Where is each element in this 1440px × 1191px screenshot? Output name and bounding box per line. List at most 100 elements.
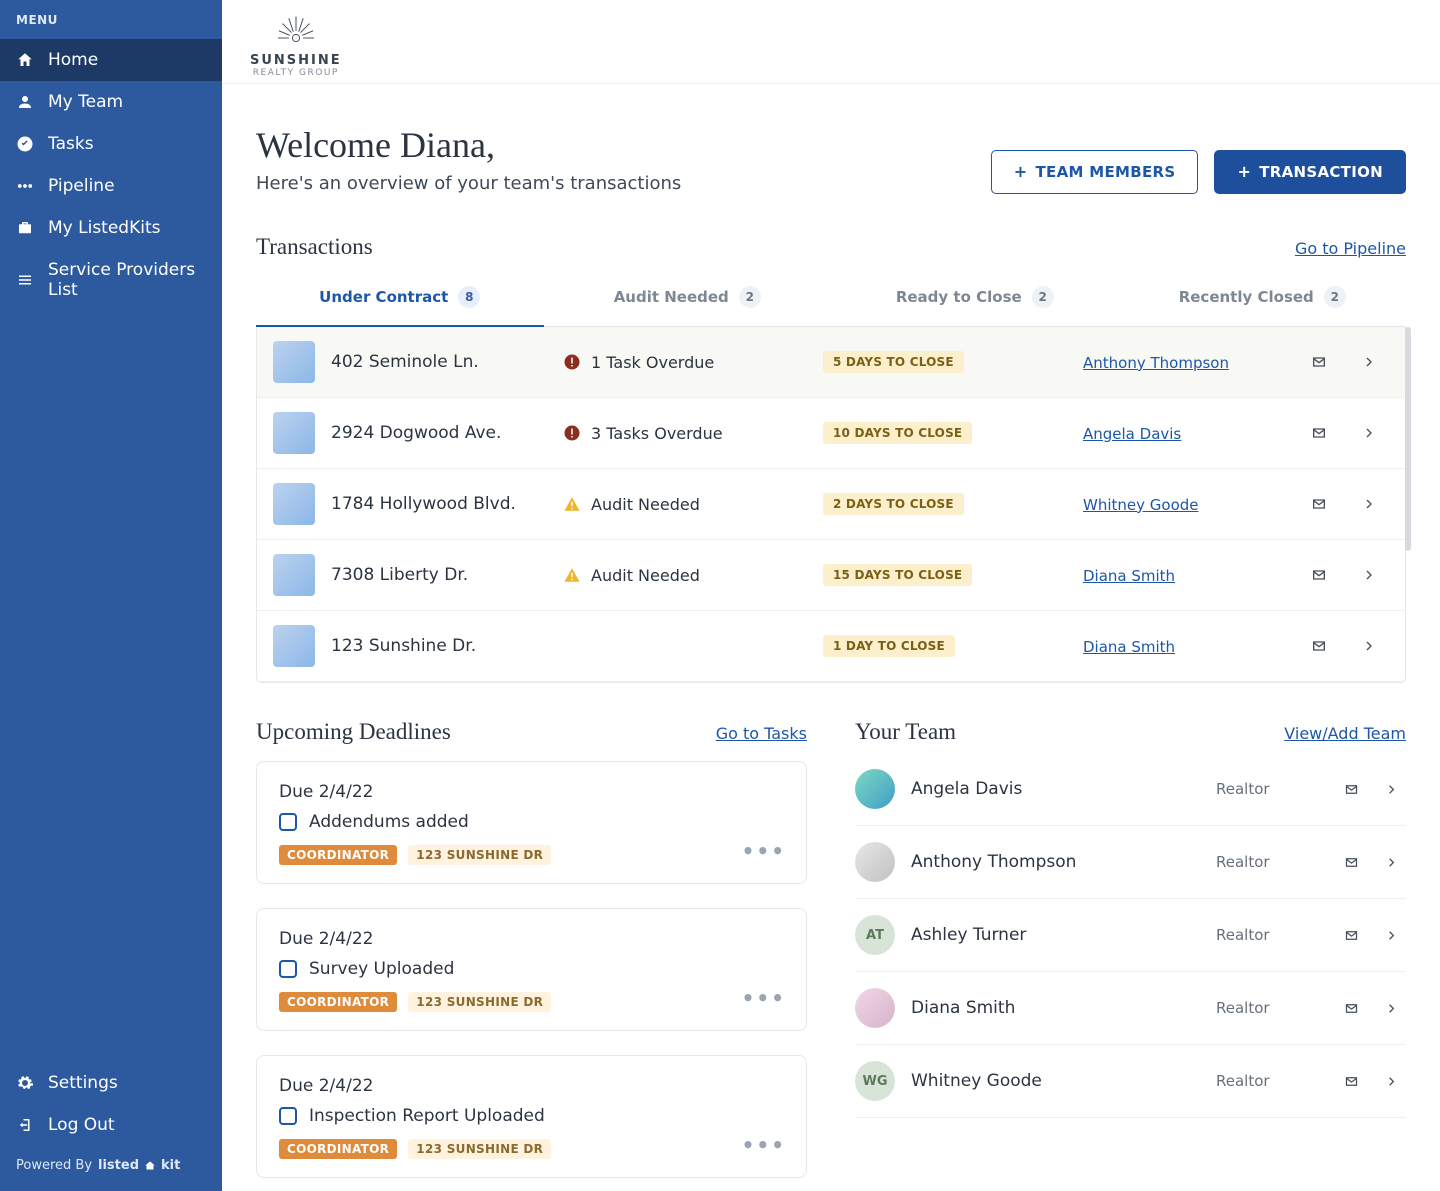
sidebar-item-tasks[interactable]: Tasks bbox=[0, 123, 222, 165]
chevron-right-icon[interactable] bbox=[1349, 638, 1389, 654]
sidebar-item-log-out[interactable]: Log Out bbox=[0, 1104, 222, 1146]
tab-ready-to-close[interactable]: Ready to Close2 bbox=[831, 268, 1119, 326]
mail-icon[interactable] bbox=[1326, 928, 1376, 943]
mail-icon[interactable] bbox=[1326, 1001, 1376, 1016]
member-name: Whitney Goode bbox=[911, 1071, 1216, 1091]
app-logo: SUNSHINE REALTY GROUP bbox=[250, 5, 342, 78]
team-member-row[interactable]: Anthony Thompson Realtor bbox=[855, 826, 1406, 899]
avatar bbox=[855, 769, 895, 809]
flow-icon bbox=[16, 177, 34, 195]
sidebar-item-label: Tasks bbox=[48, 134, 94, 154]
team-members-button[interactable]: + TEAM MEMBERS bbox=[991, 150, 1199, 194]
sidebar-item-label: Settings bbox=[48, 1073, 118, 1093]
address-pill: 123 SUNSHINE DR bbox=[408, 845, 551, 865]
mail-icon[interactable] bbox=[1326, 1074, 1376, 1089]
member-role: Realtor bbox=[1216, 780, 1326, 798]
sidebar-item-my-team[interactable]: My Team bbox=[0, 81, 222, 123]
close-badge: 10 DAYS TO CLOSE bbox=[823, 422, 972, 444]
property-thumbnail bbox=[273, 483, 315, 525]
transactions-tabs: Under Contract8 Audit Needed 2 Ready to Clo… bbox=[256, 268, 1406, 327]
mail-icon[interactable] bbox=[1289, 638, 1349, 654]
topbar: SUNSHINE REALTY GROUP bbox=[222, 0, 1440, 84]
tab-recently-closed[interactable]: Recently Closed2 bbox=[1119, 268, 1407, 326]
agent-link[interactable]: Anthony Thompson bbox=[1083, 354, 1229, 372]
view-add-team-link[interactable]: View/Add Team bbox=[1284, 724, 1406, 743]
member-role: Realtor bbox=[1216, 1072, 1326, 1090]
task-checkbox[interactable] bbox=[279, 1107, 297, 1125]
task-checkbox[interactable] bbox=[279, 813, 297, 831]
tab-label: Under Contract bbox=[319, 288, 448, 306]
chevron-right-icon[interactable] bbox=[1376, 1074, 1406, 1089]
transaction-row[interactable]: 7308 Liberty Dr. Audit Needed 15 DAYS TO… bbox=[257, 540, 1405, 611]
sidebar-item-label: Log Out bbox=[48, 1115, 115, 1135]
avatar: WG bbox=[855, 1061, 895, 1101]
more-icon[interactable]: ••• bbox=[742, 1133, 786, 1157]
chevron-right-icon[interactable] bbox=[1349, 567, 1389, 583]
chevron-right-icon[interactable] bbox=[1349, 354, 1389, 370]
chevron-right-icon[interactable] bbox=[1376, 928, 1406, 943]
agent-link[interactable]: Whitney Goode bbox=[1083, 496, 1199, 514]
sidebar-item-label: My ListedKits bbox=[48, 218, 161, 238]
logo-subtext: REALTY GROUP bbox=[253, 68, 339, 78]
close-badge: 5 DAYS TO CLOSE bbox=[823, 351, 964, 373]
mail-icon[interactable] bbox=[1326, 782, 1376, 797]
member-role: Realtor bbox=[1216, 999, 1326, 1017]
deadlines-title: Upcoming Deadlines bbox=[256, 719, 451, 745]
mail-icon[interactable] bbox=[1289, 354, 1349, 370]
tab-count-badge: 2 bbox=[739, 286, 761, 308]
go-to-tasks-link[interactable]: Go to Tasks bbox=[716, 724, 807, 743]
task-name: Inspection Report Uploaded bbox=[309, 1106, 545, 1126]
agent-link[interactable]: Diana Smith bbox=[1083, 567, 1175, 585]
nav-main: Home My Team Tasks Pipeline My ListedKits Ser… bbox=[0, 39, 222, 311]
transaction-row[interactable]: 2924 Dogwood Ave. 3 Tasks Overdue 10 DAY… bbox=[257, 398, 1405, 469]
task-checkbox[interactable] bbox=[279, 960, 297, 978]
transaction-row[interactable]: 123 Sunshine Dr. 1 DAY TO CLOSE Diana Sm… bbox=[257, 611, 1405, 682]
chevron-right-icon[interactable] bbox=[1376, 1001, 1406, 1016]
sidebar-item-service-providers-list[interactable]: Service Providers List bbox=[0, 249, 222, 311]
team-title: Your Team bbox=[855, 719, 956, 745]
more-icon[interactable]: ••• bbox=[742, 839, 786, 863]
property-thumbnail bbox=[273, 554, 315, 596]
sidebar-item-settings[interactable]: Settings bbox=[0, 1062, 222, 1104]
property-address: 7308 Liberty Dr. bbox=[331, 565, 468, 585]
status-text: 3 Tasks Overdue bbox=[591, 424, 723, 443]
tab-label: Audit Needed bbox=[614, 288, 729, 306]
team-member-row[interactable]: WG Whitney Goode Realtor bbox=[855, 1045, 1406, 1118]
more-icon[interactable]: ••• bbox=[742, 986, 786, 1010]
team-member-row[interactable]: AT Ashley Turner Realtor bbox=[855, 899, 1406, 972]
team-member-row[interactable]: Angela Davis Realtor bbox=[855, 753, 1406, 826]
sidebar-item-my-listedkits[interactable]: My ListedKits bbox=[0, 207, 222, 249]
role-pill: COORDINATOR bbox=[279, 992, 397, 1012]
property-thumbnail bbox=[273, 625, 315, 667]
mail-icon[interactable] bbox=[1326, 855, 1376, 870]
sidebar-item-label: Home bbox=[48, 50, 98, 70]
mail-icon[interactable] bbox=[1289, 425, 1349, 441]
team-member-row[interactable]: Diana Smith Realtor bbox=[855, 972, 1406, 1045]
chevron-right-icon[interactable] bbox=[1349, 496, 1389, 512]
agent-link[interactable]: Diana Smith bbox=[1083, 638, 1175, 656]
avatar bbox=[855, 842, 895, 882]
nav-bottom: Settings Log Out bbox=[0, 1062, 222, 1146]
sidebar-item-pipeline[interactable]: Pipeline bbox=[0, 165, 222, 207]
tab-under-contract[interactable]: Under Contract8 bbox=[256, 268, 544, 326]
alert-circle-icon bbox=[563, 424, 581, 442]
agent-link[interactable]: Angela Davis bbox=[1083, 425, 1181, 443]
scrollbar[interactable] bbox=[1405, 327, 1411, 551]
tab-audit-needed[interactable]: Audit Needed 2 bbox=[544, 268, 832, 326]
briefcase-icon bbox=[16, 219, 34, 237]
member-name: Diana Smith bbox=[911, 998, 1216, 1018]
mail-icon[interactable] bbox=[1289, 567, 1349, 583]
member-role: Realtor bbox=[1216, 926, 1326, 944]
task-name: Addendums added bbox=[309, 812, 469, 832]
chevron-right-icon[interactable] bbox=[1376, 782, 1406, 797]
add-transaction-button[interactable]: + TRANSACTION bbox=[1214, 150, 1406, 194]
mail-icon[interactable] bbox=[1289, 496, 1349, 512]
go-to-pipeline-link[interactable]: Go to Pipeline bbox=[1295, 239, 1406, 258]
task-name: Survey Uploaded bbox=[309, 959, 454, 979]
logo-text: SUNSHINE bbox=[250, 53, 342, 68]
transaction-row[interactable]: 1784 Hollywood Blvd. Audit Needed 2 DAYS… bbox=[257, 469, 1405, 540]
chevron-right-icon[interactable] bbox=[1349, 425, 1389, 441]
chevron-right-icon[interactable] bbox=[1376, 855, 1406, 870]
sidebar-item-home[interactable]: Home bbox=[0, 39, 222, 81]
transaction-row[interactable]: 402 Seminole Ln. 1 Task Overdue 5 DAYS T… bbox=[257, 327, 1405, 398]
